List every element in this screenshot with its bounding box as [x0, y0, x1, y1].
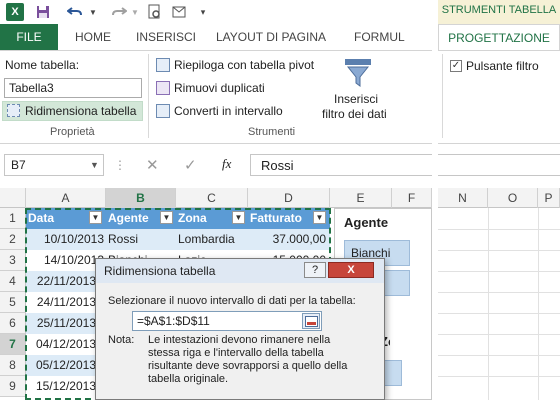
name-box-dropdown-icon[interactable]: ▼ — [90, 160, 99, 170]
table-tools-context-title: STRUMENTI TABELLA — [441, 4, 557, 16]
select-all-corner[interactable] — [0, 188, 26, 208]
dialog-prompt: Selezionare il nuovo intervallo di dati … — [108, 295, 356, 307]
ribbon-separator — [148, 54, 149, 138]
resize-table-label: Ridimensiona tabella — [25, 104, 137, 118]
pivot-summary-label: Riepiloga con tabella pivot — [174, 58, 315, 72]
gridline — [438, 355, 560, 356]
undo-icon[interactable] — [66, 3, 84, 21]
convert-range-icon — [156, 104, 170, 118]
resize-table-button[interactable]: Ridimensiona tabella — [2, 101, 143, 121]
insert-function-icon[interactable]: fx — [222, 156, 231, 172]
col-header-n[interactable]: N — [438, 188, 488, 208]
collapse-dialog-icon — [305, 316, 318, 330]
range-input[interactable]: =$A$1:$D$11 — [132, 311, 322, 331]
gridline — [438, 334, 560, 335]
remove-duplicates-icon — [156, 81, 170, 95]
tab-home[interactable]: HOME — [64, 24, 122, 50]
group-properties-label: Proprietà — [50, 126, 95, 138]
slicer-filter-icon — [344, 58, 372, 91]
excel-app-icon: X — [6, 3, 24, 21]
row-header-3[interactable]: 3 — [0, 250, 26, 271]
tab-file[interactable]: FILE — [0, 24, 58, 50]
slicer-item[interactable] — [382, 360, 402, 386]
gridline — [438, 250, 560, 251]
collapse-dialog-button[interactable] — [302, 313, 320, 329]
col-header-c[interactable]: C — [176, 188, 248, 208]
gridline — [438, 313, 560, 314]
row-header-6[interactable]: 6 — [0, 313, 26, 334]
gridline — [538, 208, 539, 400]
tab-insert[interactable]: INSERISCI — [128, 24, 204, 50]
customize-qat-icon[interactable]: ▾ — [194, 3, 212, 21]
note-text-line-4: tabella originale. — [148, 373, 229, 385]
formula-bar-splitter-icon[interactable]: ⋮ — [114, 158, 126, 172]
gridline — [488, 208, 489, 400]
confirm-entry-icon[interactable]: ✓ — [184, 156, 197, 174]
name-box[interactable]: B7 — [4, 154, 104, 176]
row-header-2[interactable]: 2 — [0, 229, 26, 250]
redo-dropdown-icon[interactable]: ▼ — [126, 3, 144, 21]
print-preview-icon[interactable] — [146, 3, 164, 21]
row-header-9[interactable]: 9 — [0, 376, 26, 397]
row-header-8[interactable]: 8 — [0, 355, 26, 376]
note-label: Nota: — [108, 334, 135, 346]
col-header-b[interactable]: B — [106, 188, 176, 208]
convert-to-range-button[interactable]: Converti in intervallo — [156, 103, 326, 121]
row-header-1[interactable]: 1 — [0, 208, 26, 229]
insert-slicer-label-1: Inserisci — [334, 92, 379, 106]
group-tools-label: Strumenti — [248, 126, 296, 138]
gridline — [438, 376, 560, 377]
email-icon[interactable] — [170, 3, 188, 21]
gridline — [438, 292, 560, 293]
convert-to-range-label: Converti in intervallo — [174, 104, 283, 118]
row-header-7[interactable]: 7 — [0, 334, 26, 355]
undo-dropdown-icon[interactable]: ▼ — [84, 3, 102, 21]
insert-slicer-button[interactable]: Inserisci filtro dei dati — [320, 56, 396, 124]
tab-design[interactable]: PROGETTAZIONE — [438, 24, 560, 50]
col-header-d[interactable]: D — [248, 188, 330, 208]
remove-duplicates-label: Rimuovi duplicati — [174, 81, 265, 95]
slicer-title: Agente — [344, 215, 389, 230]
table-name-label: Nome tabella: — [5, 58, 80, 72]
insert-slicer-label-2: filtro dei dati — [322, 107, 387, 121]
note-text-line-1: Le intestazioni devono rimanere nella — [148, 334, 331, 346]
save-icon[interactable] — [34, 3, 52, 21]
remove-duplicates-button[interactable]: Rimuovi duplicati — [156, 80, 326, 98]
formula-input[interactable]: Rossi — [250, 154, 560, 176]
col-header-f[interactable]: F — [392, 188, 432, 208]
col-header-o[interactable]: O — [488, 188, 538, 208]
gridline — [438, 229, 560, 230]
row-header-4[interactable]: 4 — [0, 271, 26, 292]
resize-table-icon — [7, 104, 20, 117]
dialog-title: Ridimensiona tabella — [104, 264, 216, 278]
note-text-line-3: risultante deve sovrapporsi a quello del… — [148, 360, 348, 372]
table-name-input[interactable]: Tabella3 — [4, 78, 142, 98]
close-button[interactable]: X — [328, 262, 374, 278]
note-text-line-2: stessa riga e l'intervallo della tabella — [148, 347, 324, 359]
tab-page-layout[interactable]: LAYOUT DI PAGINA — [210, 24, 332, 50]
pivot-table-icon — [156, 58, 170, 72]
col-header-p[interactable]: P — [538, 188, 560, 208]
filter-button-label: Pulsante filtro — [466, 59, 539, 73]
pivot-summary-button[interactable]: Riepiloga con tabella pivot — [156, 57, 326, 75]
ribbon-separator-right — [442, 54, 443, 138]
col-header-a[interactable]: A — [26, 188, 106, 208]
tab-formulas[interactable]: FORMUL — [340, 24, 430, 50]
help-button[interactable]: ? — [304, 262, 326, 278]
cancel-entry-icon[interactable]: ✕ — [146, 156, 159, 174]
window-gap — [432, 0, 438, 400]
quick-access-toolbar — [0, 0, 432, 24]
filter-button-option[interactable]: ✓ Pulsante filtro — [450, 58, 560, 74]
gridline — [438, 271, 560, 272]
filter-button-checkbox[interactable]: ✓ — [450, 60, 462, 72]
col-header-e[interactable]: E — [330, 188, 392, 208]
row-header-5[interactable]: 5 — [0, 292, 26, 313]
